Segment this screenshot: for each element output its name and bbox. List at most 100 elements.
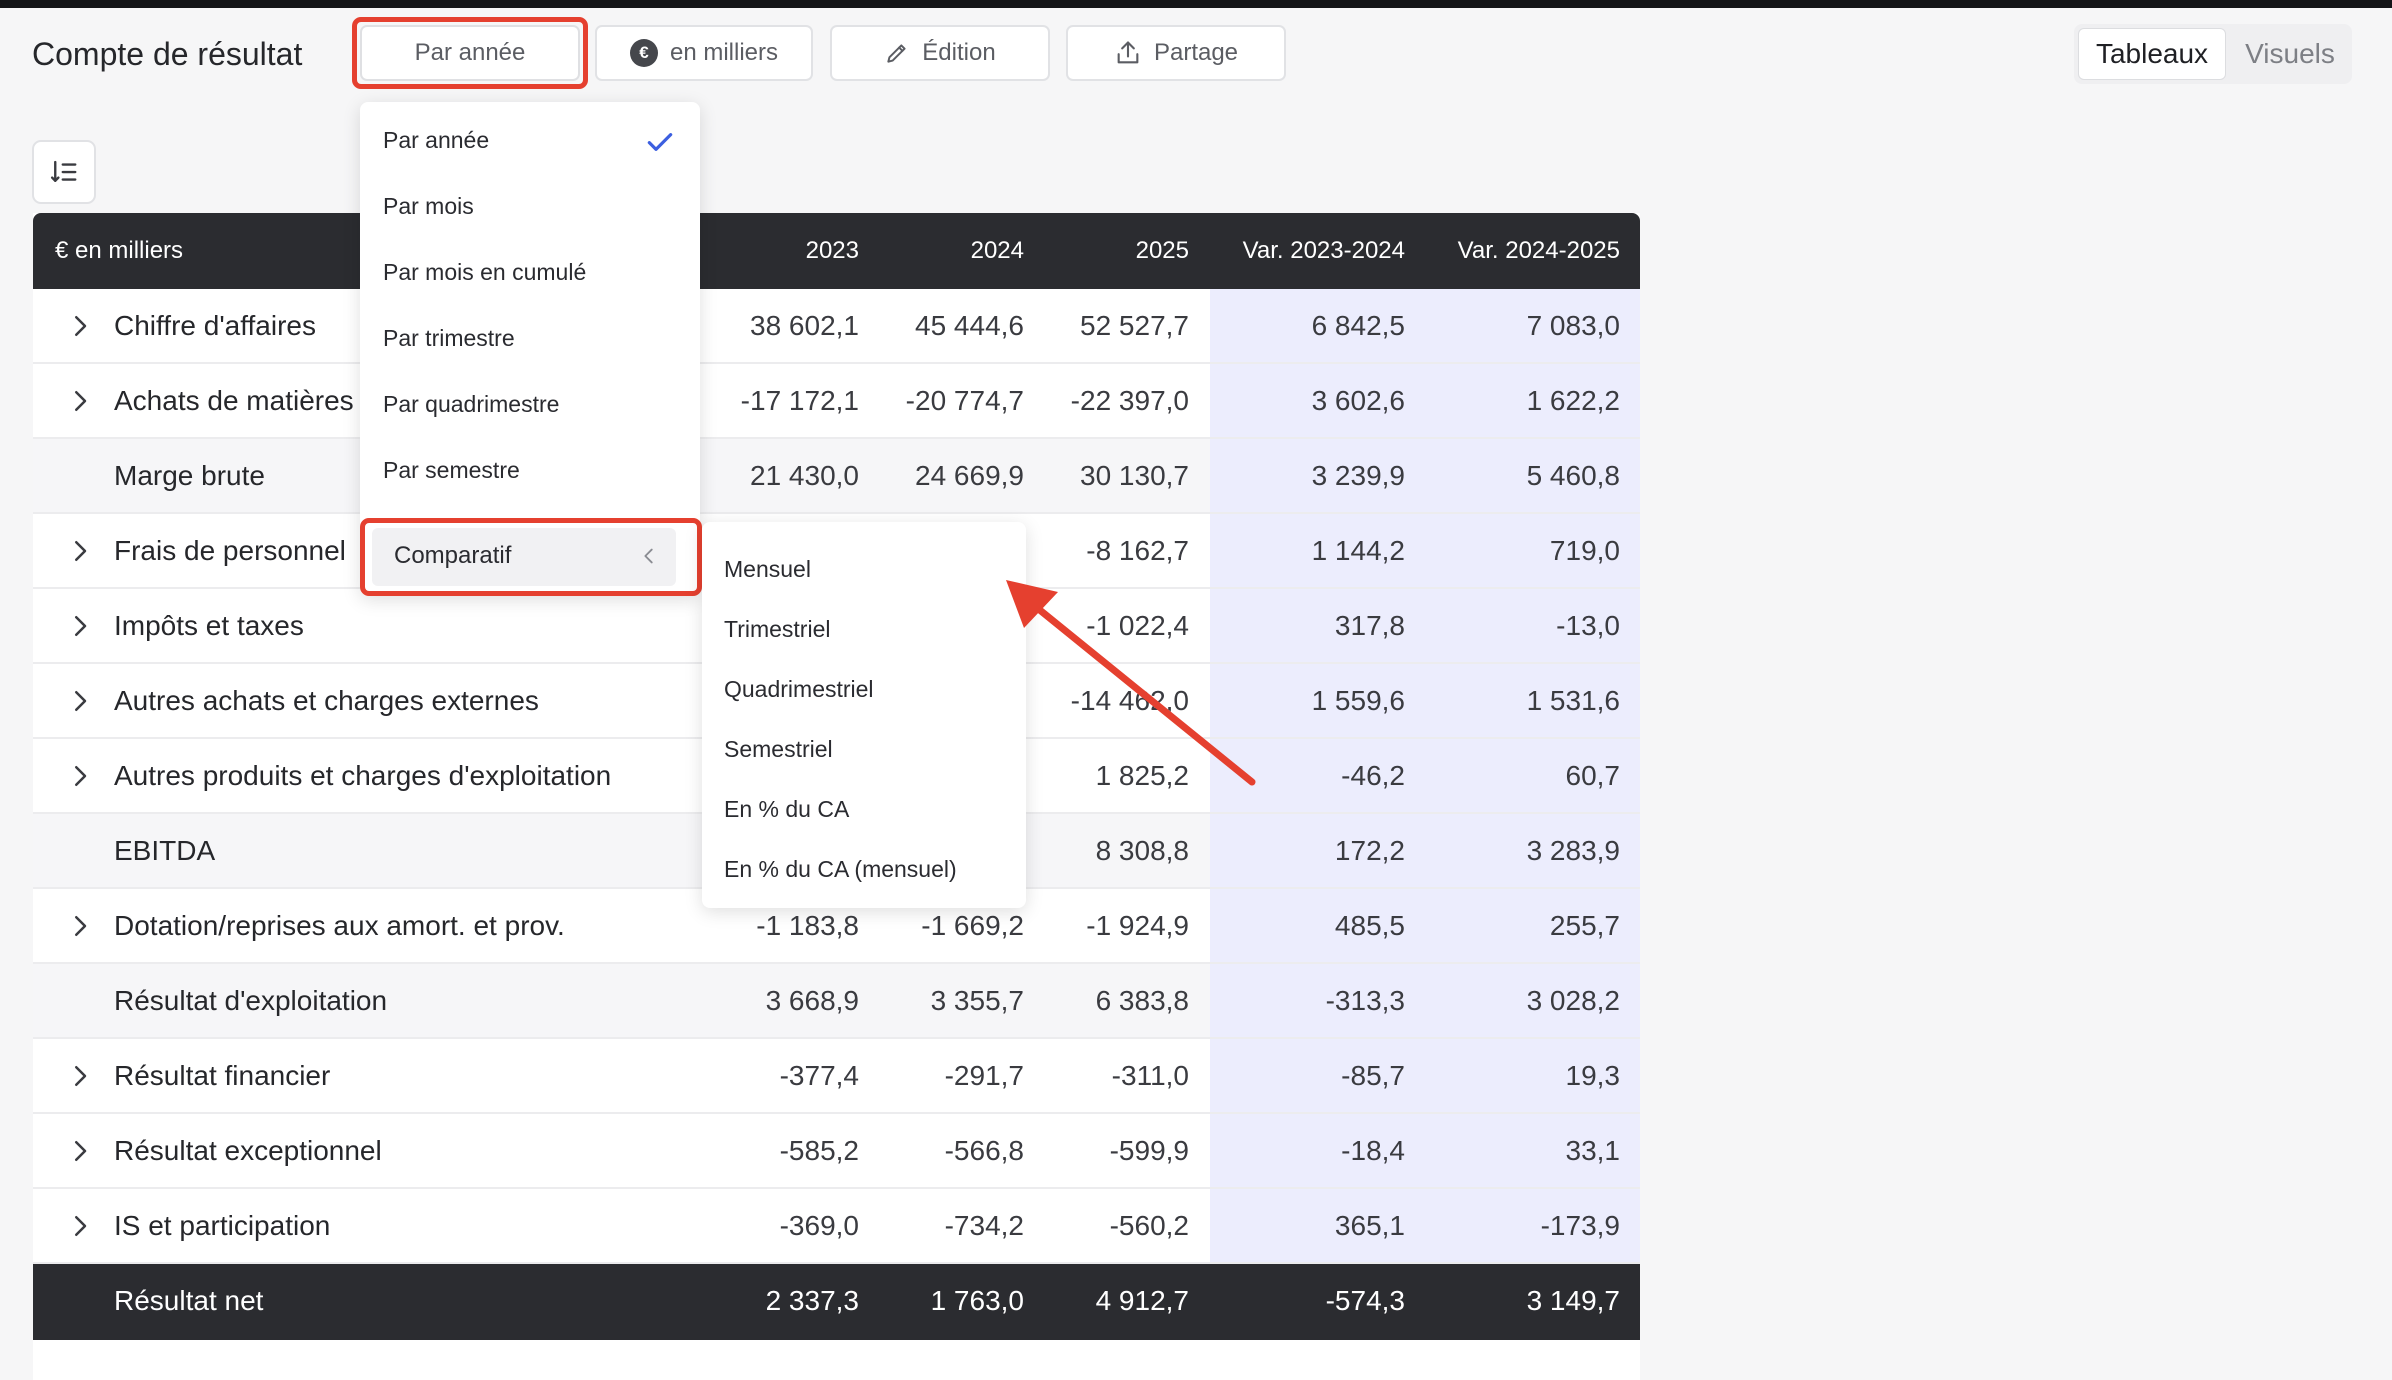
highlight-period-button [352,17,588,89]
submenu-item-trimestriel[interactable]: Trimestriel [724,616,830,643]
table-row-achats-de-matieres[interactable]: Achats de matières -17 172,1 -20 774,7 -22 … [33,364,1640,439]
column-header-var-2024-2025: Var. 2024-2025 [1457,237,1620,264]
menu-item-par-mois[interactable]: Par mois [383,193,474,220]
cell-value: 2 337,3 [765,1285,859,1316]
tab-visuels[interactable]: Visuels [2232,28,2348,80]
chevron-right-icon[interactable] [65,1136,95,1166]
chevron-right-icon[interactable] [65,386,95,416]
row-label: Impôts et taxes [114,610,304,641]
top-strip [0,0,2392,8]
table-row-resultat-financier[interactable]: Résultat financier -377,4 -291,7 -311,0 -85,… [33,1039,1640,1114]
edit-button[interactable]: Édition [830,25,1050,81]
cell-value: 4 912,7 [1095,1285,1189,1316]
cell-value: -14 462,0 [1070,685,1189,716]
cell-value: -560,2 [1109,1210,1189,1241]
comparatif-submenu: Mensuel Trimestriel Quadrimestriel Semes… [702,522,1026,908]
cell-value: 52 527,7 [1080,310,1189,341]
cell-value: -1 022,4 [1086,610,1189,641]
menu-item-par-semestre[interactable]: Par semestre [383,457,520,484]
cell-value: 365,1 [1334,1210,1405,1241]
chevron-right-icon[interactable] [65,1211,95,1241]
chevron-right-icon[interactable] [65,911,95,941]
cell-value: 6 842,5 [1311,310,1405,341]
chevron-right-icon[interactable] [65,536,95,566]
cell-value: 1 622,2 [1526,385,1620,416]
cell-value: 485,5 [1334,910,1405,941]
cell-value: 317,8 [1334,610,1405,641]
cell-value: 1 559,6 [1311,685,1405,716]
cell-value: -46,2 [1341,760,1405,791]
chevron-right-icon[interactable] [65,761,95,791]
column-header-2023: 2023 [805,237,859,264]
row-label: Résultat d'exploitation [114,985,388,1016]
chevron-right-icon[interactable] [65,611,95,641]
chevron-right-icon[interactable] [65,311,95,341]
row-label: Résultat financier [114,1060,331,1091]
share-icon [1117,41,1139,64]
submenu-item-mensuel[interactable]: Mensuel [724,556,811,583]
table-row-resultat-d-exploitation: Résultat d'exploitation 3 668,9 3 355,7 6 3… [33,964,1640,1039]
row-label: IS et participation [114,1210,331,1241]
submenu-item-pct-ca-mensuel[interactable]: En % du CA (mensuel) [724,856,957,883]
row-label: Résultat net [114,1285,264,1316]
cell-value: -574,3 [1325,1285,1405,1316]
cell-value: 3 602,6 [1311,385,1405,416]
menu-item-par-annee[interactable]: Par année [383,127,489,154]
cell-value: 33,1 [1565,1135,1621,1166]
table-row-marge-brute: Marge brute 21 430,0 24 669,9 30 130,7 3 239… [33,439,1640,514]
table-row-chiffre-d-affaires[interactable]: Chiffre d'affaires 38 602,1 45 444,6 52 527… [33,289,1640,364]
cell-value: 3 355,7 [930,985,1024,1016]
cell-value: 8 308,8 [1095,835,1189,866]
view-toggle: Tableaux Visuels [2074,24,2352,84]
cell-value: -13,0 [1556,610,1620,641]
row-label: EBITDA [114,835,216,866]
table-row-resultat-net: Résultat net 2 337,3 1 763,0 4 912,7 -574,3 3… [33,1264,1640,1340]
cell-value: 255,7 [1549,910,1620,941]
tab-tableaux[interactable]: Tableaux [2078,28,2226,80]
submenu-item-semestriel[interactable]: Semestriel [724,736,833,763]
cell-value: -173,9 [1540,1210,1620,1241]
cell-value: -22 397,0 [1070,385,1189,416]
cell-value: -8 162,7 [1086,535,1189,566]
cell-value: 7 083,0 [1526,310,1620,341]
units-button-label: en milliers [669,39,779,66]
share-button[interactable]: Partage [1066,25,1286,81]
chevron-right-icon[interactable] [65,1061,95,1091]
cell-value: -85,7 [1341,1060,1405,1091]
column-header-var-2023-2024: Var. 2023-2024 [1242,237,1405,264]
menu-item-par-mois-cumule[interactable]: Par mois en cumulé [383,259,586,286]
column-header-2025: 2025 [1135,237,1189,264]
cell-value: -585,2 [779,1135,859,1166]
cell-value: -1 924,9 [1086,910,1189,941]
row-label: Autres achats et charges externes [114,685,539,716]
menu-item-par-trimestre[interactable]: Par trimestre [383,325,515,352]
cell-value: -313,3 [1325,985,1405,1016]
cell-value: -566,8 [944,1135,1024,1166]
row-label: Frais de personnel [114,535,346,566]
cell-value: 21 430,0 [750,460,859,491]
column-header-units: € en milliers [55,237,184,264]
cell-value: -734,2 [944,1210,1024,1241]
cell-value: -291,7 [944,1060,1024,1091]
cell-value: 5 460,8 [1526,460,1620,491]
table-row-resultat-exceptionnel[interactable]: Résultat exceptionnel -585,2 -566,8 -599,9 -… [33,1114,1640,1189]
cell-value: -311,0 [1111,1060,1189,1091]
row-label: Autres produits et charges d'exploitatio… [114,760,612,791]
euro-icon: € [629,39,658,67]
submenu-item-quadrimestriel[interactable]: Quadrimestriel [724,676,874,703]
cell-value: 3 668,9 [765,985,859,1016]
row-label: Marge brute [114,460,265,491]
cell-value: 1 825,2 [1095,760,1189,791]
chevron-right-icon[interactable] [65,686,95,716]
highlight-comparatif [360,518,702,596]
cell-value: -20 774,7 [905,385,1024,416]
units-button[interactable]: € en milliers [595,25,813,81]
cell-value: 45 444,6 [915,310,1024,341]
menu-item-par-quadrimestre[interactable]: Par quadrimestre [383,391,559,418]
table-row-is-et-participation[interactable]: IS et participation -369,0 -734,2 -560,2 365… [33,1189,1640,1264]
row-label: Achats de matières [114,385,354,416]
sort-button[interactable] [32,140,96,204]
cell-value: 30 130,7 [1080,460,1189,491]
submenu-item-pct-ca[interactable]: En % du CA [724,796,849,823]
cell-value: -17 172,1 [740,385,859,416]
